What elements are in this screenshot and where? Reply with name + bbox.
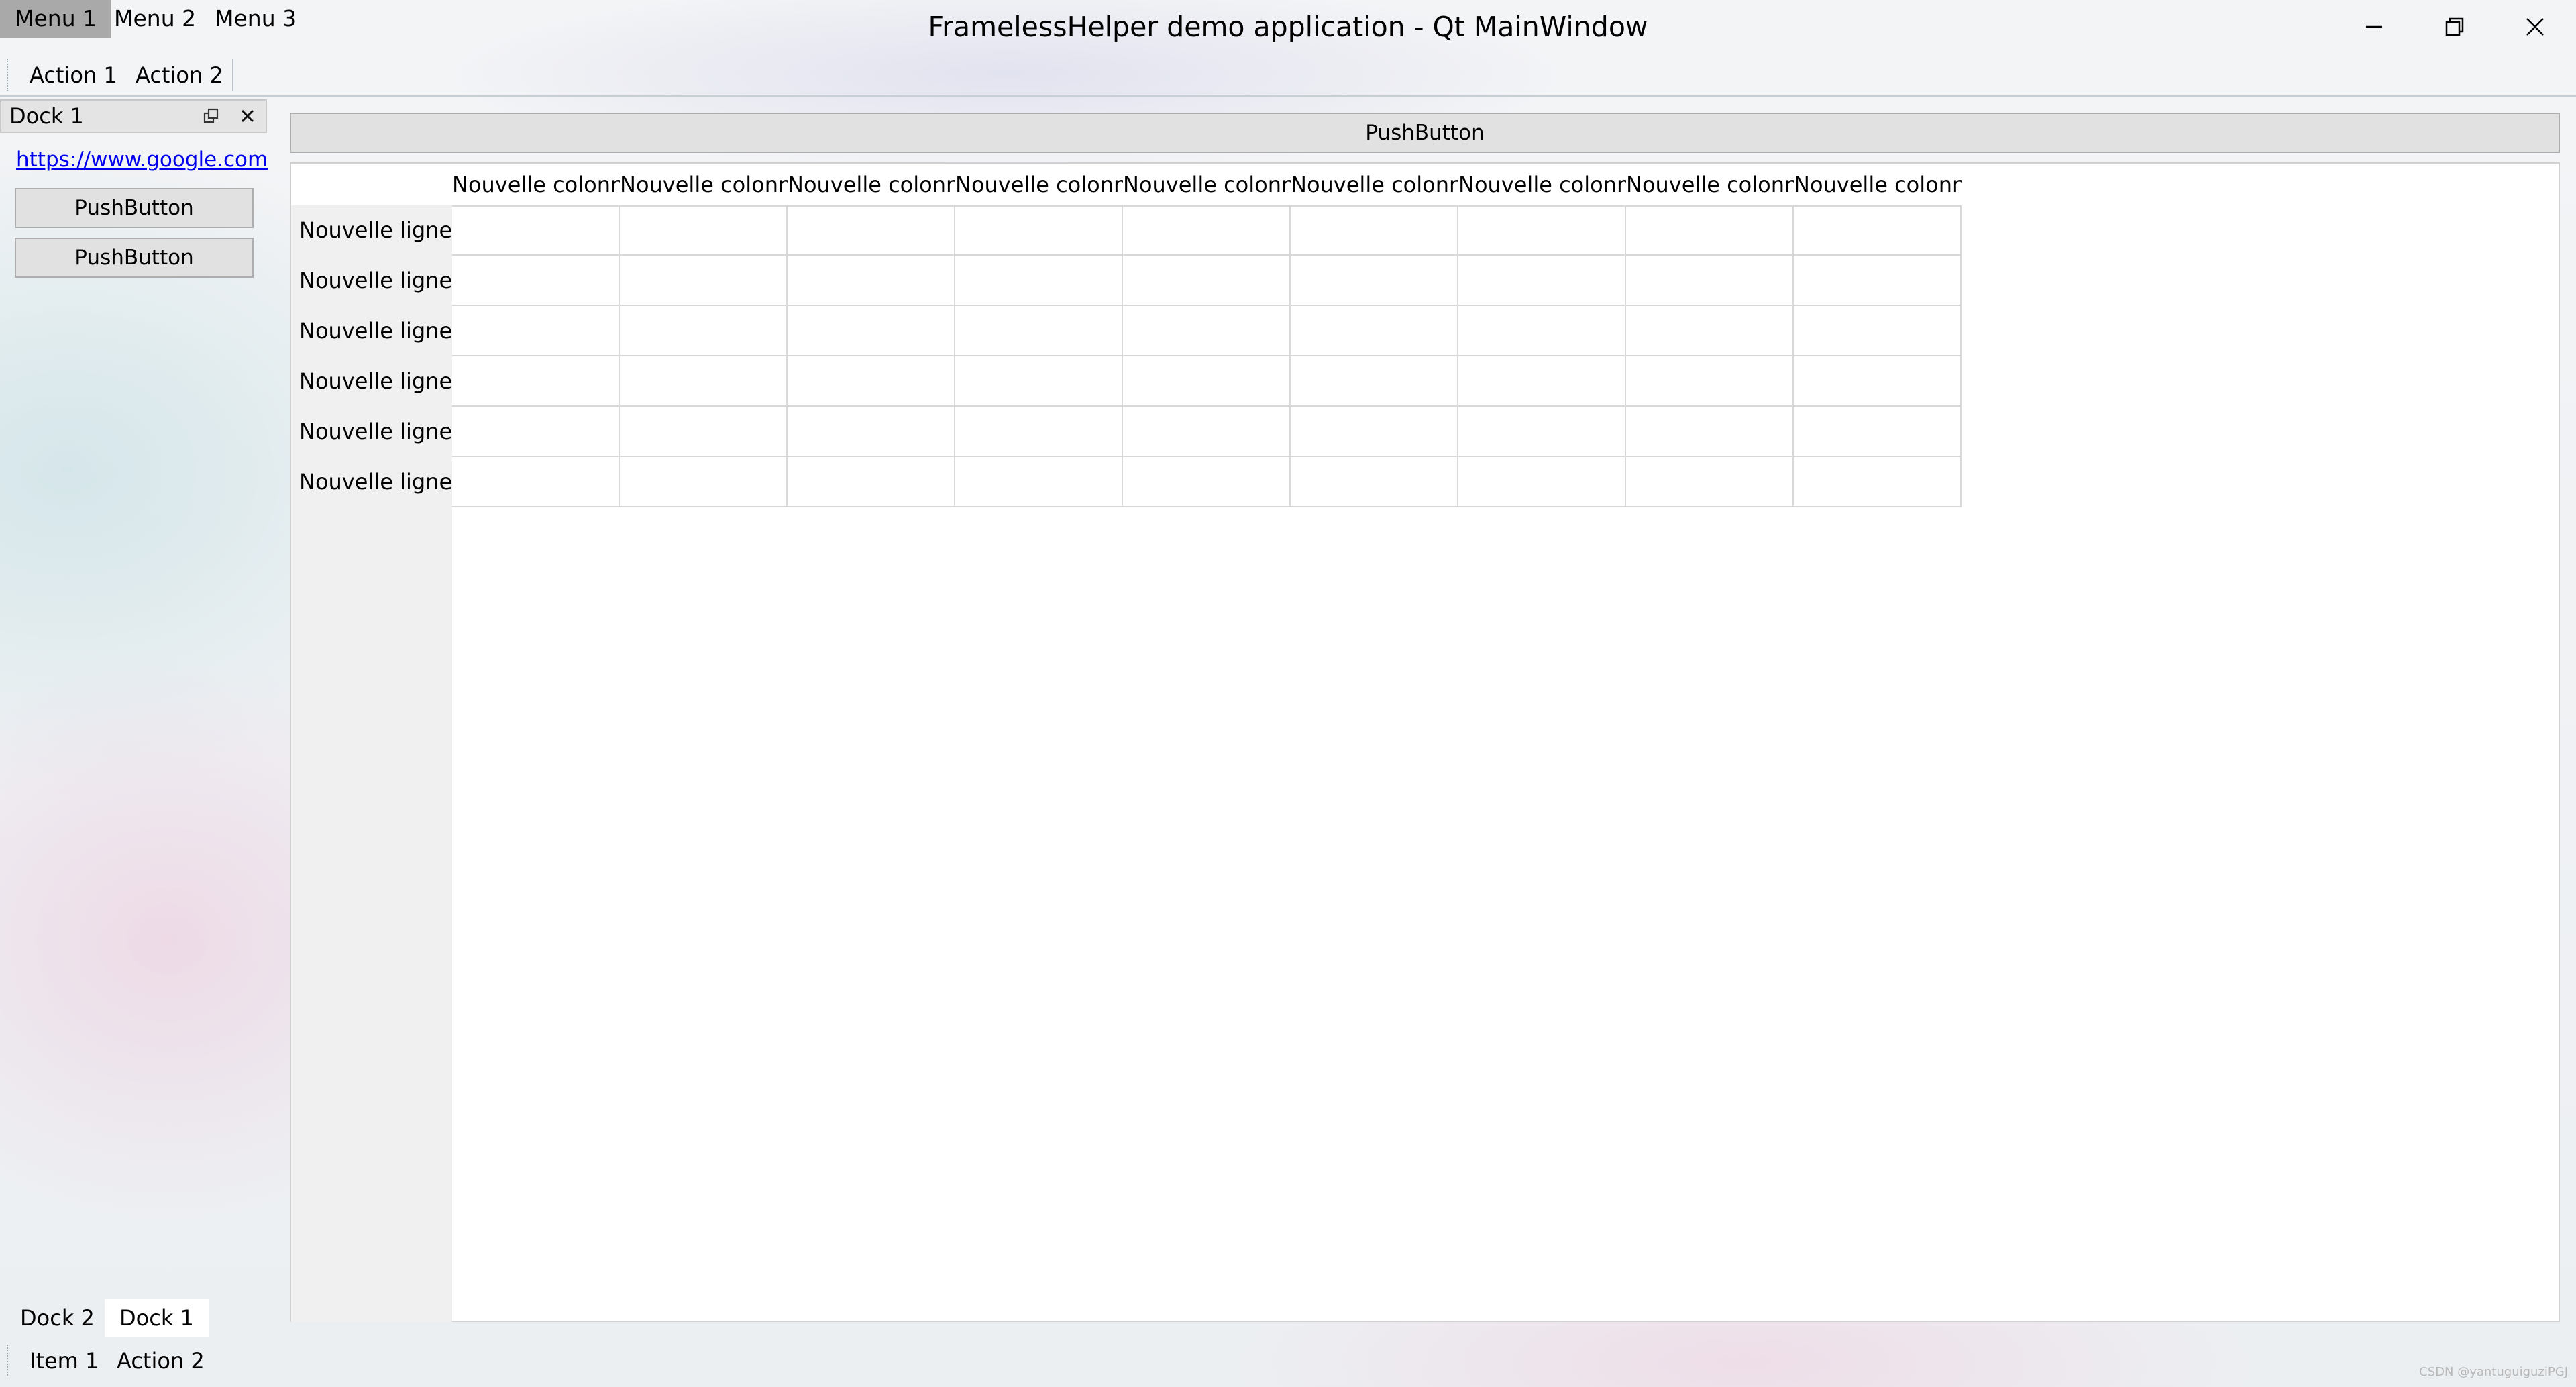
table-cell[interactable] [1123, 457, 1291, 507]
table-cell[interactable] [1123, 306, 1291, 356]
table-cell[interactable] [788, 205, 955, 256]
table-cell[interactable] [620, 356, 788, 407]
table-widget[interactable]: Nouvelle colonne Nouvelle colonne Nouvel… [290, 162, 2560, 1322]
column-header-7[interactable]: Nouvelle colonne [1458, 164, 1626, 205]
restore-button[interactable] [2415, 0, 2494, 54]
toolbar-action-1[interactable]: Action 1 [16, 55, 131, 95]
dock-float-icon[interactable] [203, 107, 220, 125]
table-cell[interactable] [1291, 306, 1458, 356]
table-cell[interactable] [1626, 256, 1794, 306]
column-header-1[interactable]: Nouvelle colonne [452, 164, 620, 205]
close-button[interactable] [2496, 0, 2575, 54]
window-title: FramelessHelper demo application - Qt Ma… [928, 11, 1648, 43]
central-push-button[interactable]: PushButton [290, 113, 2560, 153]
bottom-toolbar [0, 1339, 2576, 1382]
table-cell[interactable] [955, 407, 1123, 457]
table-cell[interactable] [955, 306, 1123, 356]
toolbar-separator [232, 59, 233, 91]
table-cell[interactable] [620, 457, 788, 507]
table-cell[interactable] [1291, 256, 1458, 306]
table-cell[interactable] [1291, 205, 1458, 256]
column-header-6[interactable]: Nouvelle colonne [1291, 164, 1458, 205]
table-cell[interactable] [1123, 407, 1291, 457]
table-cell[interactable] [788, 457, 955, 507]
table-cell[interactable] [1123, 356, 1291, 407]
table-cell[interactable] [1626, 306, 1794, 356]
bottom-toolbar-grip[interactable] [7, 1345, 11, 1376]
column-header-5[interactable]: Nouvelle colonne [1123, 164, 1291, 205]
column-header-9[interactable]: Nouvelle colonne [1794, 164, 1962, 205]
table-cell[interactable] [452, 256, 620, 306]
dock-tab-1[interactable]: Dock 1 [105, 1299, 209, 1337]
dock-push-button-2[interactable]: PushButton [15, 238, 254, 278]
table-cell[interactable] [452, 407, 620, 457]
bottom-action-2[interactable]: Action 2 [102, 1342, 219, 1380]
table-cell[interactable] [1626, 356, 1794, 407]
toolbar-action-2[interactable]: Action 2 [122, 55, 237, 95]
minimize-button[interactable] [2334, 0, 2414, 54]
toolbar-grip[interactable] [7, 59, 11, 91]
table-cell[interactable] [1626, 407, 1794, 457]
table-cell[interactable] [1458, 356, 1626, 407]
watermark: CSDN @yantuguiguziPGJ [2419, 1365, 2568, 1379]
table-cell[interactable] [788, 407, 955, 457]
close-icon [2526, 18, 2544, 36]
table-cell[interactable] [955, 457, 1123, 507]
dock-tab-2[interactable]: Dock 2 [5, 1299, 109, 1337]
table-cell[interactable] [788, 356, 955, 407]
table-cell[interactable] [1291, 457, 1458, 507]
google-link[interactable]: https://www.google.com [16, 148, 268, 172]
table-cell[interactable] [1123, 256, 1291, 306]
table-cell[interactable] [1291, 356, 1458, 407]
column-header-8[interactable]: Nouvelle colonne [1626, 164, 1794, 205]
table-corner[interactable] [291, 164, 452, 205]
table-cell[interactable] [452, 457, 620, 507]
table-cell[interactable] [1458, 205, 1626, 256]
row-header-3[interactable]: Nouvelle ligne [291, 306, 452, 356]
table-cell[interactable] [1626, 205, 1794, 256]
dock-close-icon[interactable] [239, 107, 256, 125]
table-cell[interactable] [1794, 407, 1962, 457]
table-cell[interactable] [955, 256, 1123, 306]
table-cell[interactable] [1794, 457, 1962, 507]
table-cell[interactable] [620, 256, 788, 306]
bottom-item-1[interactable]: Item 1 [15, 1342, 113, 1380]
table-cell[interactable] [620, 407, 788, 457]
table-cell[interactable] [452, 205, 620, 256]
table-cell[interactable] [620, 306, 788, 356]
table-cell[interactable] [1794, 205, 1962, 256]
main-toolbar [0, 55, 2576, 97]
row-header-6[interactable]: Nouvelle ligne [291, 457, 452, 507]
table-cell[interactable] [788, 306, 955, 356]
table-cell[interactable] [1458, 407, 1626, 457]
table-cell[interactable] [955, 205, 1123, 256]
table-cell[interactable] [1626, 457, 1794, 507]
table-cell[interactable] [1794, 356, 1962, 407]
row-header-4[interactable]: Nouvelle ligne [291, 356, 452, 407]
table-cell[interactable] [1291, 407, 1458, 457]
dock-title-bar[interactable]: Dock 1 [0, 99, 267, 133]
column-header-3[interactable]: Nouvelle colonne [788, 164, 955, 205]
row-header-5[interactable]: Nouvelle ligne [291, 407, 452, 457]
table-cell[interactable] [788, 256, 955, 306]
table-cell[interactable] [452, 356, 620, 407]
dock-push-button-1[interactable]: PushButton [15, 188, 254, 228]
table-cell[interactable] [955, 356, 1123, 407]
table-cell[interactable] [452, 306, 620, 356]
table-cell[interactable] [1123, 205, 1291, 256]
column-header-4[interactable]: Nouvelle colonne [955, 164, 1123, 205]
column-header-2[interactable]: Nouvelle colonne [620, 164, 788, 205]
table-cell[interactable] [1794, 256, 1962, 306]
row-header-2[interactable]: Nouvelle ligne [291, 256, 452, 306]
table-cell[interactable] [1794, 306, 1962, 356]
table-cell[interactable] [1458, 306, 1626, 356]
table-cell[interactable] [1458, 457, 1626, 507]
dock-title: Dock 1 [9, 103, 84, 129]
row-header-1[interactable]: Nouvelle ligne [291, 205, 452, 256]
restore-icon [2445, 17, 2464, 36]
table-cell[interactable] [620, 205, 788, 256]
table-cell[interactable] [1458, 256, 1626, 306]
minimize-icon [2366, 25, 2382, 28]
